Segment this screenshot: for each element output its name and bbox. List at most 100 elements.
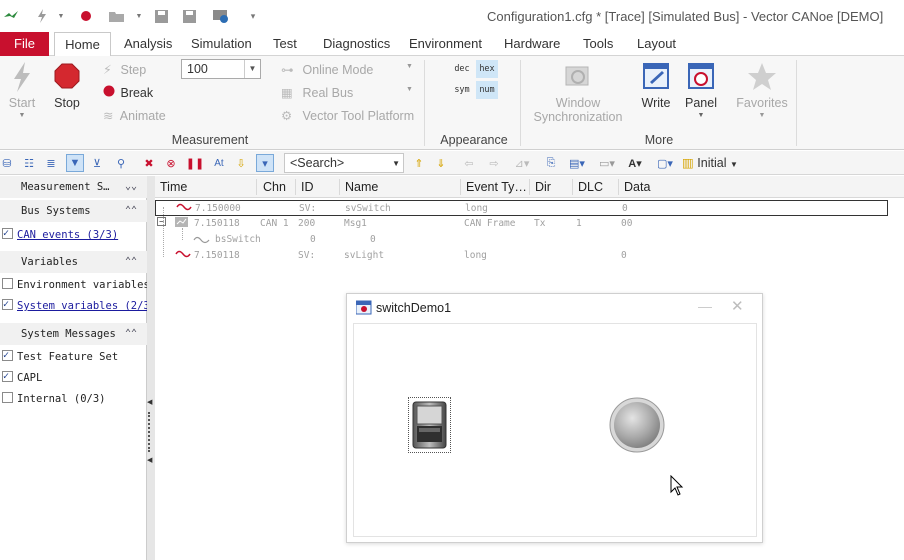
break-button[interactable]: Break xyxy=(103,85,153,100)
list-item-internal[interactable]: Internal (0/3) xyxy=(0,390,106,408)
table-row[interactable]: − 7.150118 CAN 1 200 Msg1 CAN Frame Tx 1… xyxy=(155,216,904,232)
list-item-capl[interactable]: CAPL xyxy=(0,368,42,387)
clear-icon[interactable]: ✖ xyxy=(140,154,158,172)
tab-layout[interactable]: Layout xyxy=(635,32,678,56)
item-label[interactable]: CAN events (3/3) xyxy=(17,229,118,241)
collapse-left-icon[interactable]: ◀ xyxy=(147,456,152,464)
section-measurement-setup[interactable]: Measurement S… ⌄⌄ xyxy=(0,176,147,198)
search-combobox[interactable]: <Search> ▼ xyxy=(284,153,404,173)
config-icon[interactable] xyxy=(212,8,230,24)
step-button[interactable]: ⚡ Step xyxy=(103,62,146,77)
stop-button[interactable]: Stop xyxy=(50,62,84,110)
write-button[interactable]: Write xyxy=(638,62,674,110)
item-label[interactable]: System variables (2/3) xyxy=(17,300,156,312)
column-event-type[interactable]: Event Ty… xyxy=(466,180,527,194)
tab-home[interactable]: Home xyxy=(54,32,111,57)
window-icon[interactable]: ▢▾ xyxy=(652,154,678,172)
checkbox[interactable] xyxy=(2,225,13,243)
funnel-icon[interactable]: ▼ xyxy=(66,154,84,172)
section-variables[interactable]: Variables ⌃⌃ xyxy=(0,251,147,273)
panel-button[interactable]: Panel ▼ xyxy=(682,62,720,119)
list-item-test-feature-set[interactable]: Test Feature Set xyxy=(0,347,118,366)
column-name[interactable]: Name xyxy=(345,180,378,194)
tab-analysis[interactable]: Analysis xyxy=(122,32,174,56)
column-id[interactable]: ID xyxy=(301,180,314,194)
initial-layout-button[interactable]: ▥ Initial ▼ xyxy=(682,154,738,172)
filter-icon[interactable]: ⛁ xyxy=(0,154,16,172)
layout-icon[interactable]: ▭▾ xyxy=(594,154,620,172)
pause-icon[interactable]: ❚❚ xyxy=(186,154,204,172)
table-row[interactable]: 7.150000 SV: svSwitch long 0 xyxy=(155,200,888,216)
columns-icon[interactable]: ☷ xyxy=(20,154,38,172)
checkbox[interactable] xyxy=(2,392,13,403)
column-chn[interactable]: Chn xyxy=(263,180,286,194)
panel-splitter[interactable]: ◀ ◀ xyxy=(147,176,155,560)
tab-simulation[interactable]: Simulation xyxy=(189,32,254,56)
animate-button[interactable]: ≋ Animate xyxy=(103,108,166,123)
table-row[interactable]: 7.150118 SV: svLight long 0 xyxy=(155,248,904,264)
online-mode-button[interactable]: ⊶ Online Mode ▼ xyxy=(281,62,413,77)
forward-icon[interactable]: ⇨ xyxy=(485,154,503,172)
vector-tool-platform-button[interactable]: ⚙ Vector Tool Platform xyxy=(281,108,414,123)
scroll-icon[interactable]: ⇩ xyxy=(232,154,250,172)
collapse-icon[interactable]: ⌃⌃ xyxy=(125,323,137,345)
dropdown-arrow-icon[interactable]: ▼ xyxy=(52,8,70,24)
table-row[interactable]: bsSwitch 0 0 xyxy=(155,232,904,248)
column-dlc[interactable]: DLC xyxy=(578,180,603,194)
copy-icon[interactable]: ⎘ xyxy=(542,154,560,172)
search-input[interactable]: <Search> xyxy=(290,156,344,170)
format-sym-button[interactable]: sym xyxy=(451,83,473,97)
real-bus-button[interactable]: ▦ Real Bus ▼ xyxy=(281,85,413,100)
tab-environment[interactable]: Environment xyxy=(407,32,484,56)
record-icon[interactable] xyxy=(77,8,95,24)
section-system-messages[interactable]: System Messages ⌃⌃ xyxy=(0,323,147,345)
column-data[interactable]: Data xyxy=(624,180,650,194)
tab-diagnostics[interactable]: Diagnostics xyxy=(321,32,392,56)
column-time[interactable]: Time xyxy=(160,180,187,194)
tab-file[interactable]: File xyxy=(0,32,49,56)
start-button[interactable]: Start ▼ xyxy=(4,62,40,119)
list-item-can-events[interactable]: CAN events (3/3) xyxy=(0,225,118,244)
sort-icon[interactable]: ≣ xyxy=(42,154,60,172)
dropdown-arrow-icon[interactable]: ▼ xyxy=(130,8,148,24)
format-hex-button[interactable]: hex xyxy=(476,60,498,78)
mark-icon[interactable]: ⊿▾ xyxy=(508,154,536,172)
lightning-icon[interactable] xyxy=(33,8,51,24)
favorites-button[interactable]: Favorites ▼ xyxy=(732,62,792,119)
panel-window[interactable]: switchDemo1 — ✕ xyxy=(346,293,763,543)
column-dir[interactable]: Dir xyxy=(535,180,551,194)
window-synchronization-button[interactable]: Window Synchronization xyxy=(530,62,626,124)
binoculars-icon[interactable]: ⚲ xyxy=(112,154,130,172)
close-button[interactable]: ✕ xyxy=(731,297,744,315)
checkbox[interactable] xyxy=(2,347,13,365)
delete-filter-icon[interactable]: ⊗ xyxy=(162,154,180,172)
checkbox[interactable] xyxy=(2,296,13,314)
splitter-grip[interactable] xyxy=(148,412,150,452)
funnel-off-icon[interactable]: ⊻ xyxy=(88,154,106,172)
export-icon[interactable]: ▤▾ xyxy=(564,154,590,172)
collapse-left-icon[interactable]: ◀ xyxy=(147,398,152,406)
minimize-button[interactable]: — xyxy=(698,298,712,314)
collapse-icon[interactable]: ⌃⌃ xyxy=(125,251,137,273)
collapse-icon[interactable]: ⌄⌄ xyxy=(125,176,137,198)
section-bus-systems[interactable]: Bus Systems ⌃⌃ xyxy=(0,200,147,222)
detail-view-icon[interactable]: ▾ xyxy=(256,154,274,172)
tab-test[interactable]: Test xyxy=(271,32,299,56)
open-folder-icon[interactable] xyxy=(108,8,126,24)
find-next-icon[interactable]: ⇓ xyxy=(432,154,450,172)
back-icon[interactable]: ⇦ xyxy=(460,154,478,172)
collapse-node-icon[interactable]: − xyxy=(157,217,166,226)
app-icon[interactable] xyxy=(2,8,20,24)
list-item-system-variables[interactable]: System variables (2/3) xyxy=(0,296,156,315)
tab-hardware[interactable]: Hardware xyxy=(502,32,562,56)
switch-control[interactable] xyxy=(408,397,451,453)
save-icon[interactable] xyxy=(152,8,170,24)
font-icon[interactable]: A▾ xyxy=(622,154,648,172)
list-item-environment-variables[interactable]: Environment variables xyxy=(0,276,150,294)
find-prev-icon[interactable]: ⇑ xyxy=(410,154,428,172)
checkbox[interactable] xyxy=(2,278,13,289)
checkbox[interactable] xyxy=(2,368,13,386)
format-num-button[interactable]: num xyxy=(476,81,498,99)
time-mode-icon[interactable]: At xyxy=(210,154,228,172)
collapse-icon[interactable]: ⌃⌃ xyxy=(125,200,137,222)
